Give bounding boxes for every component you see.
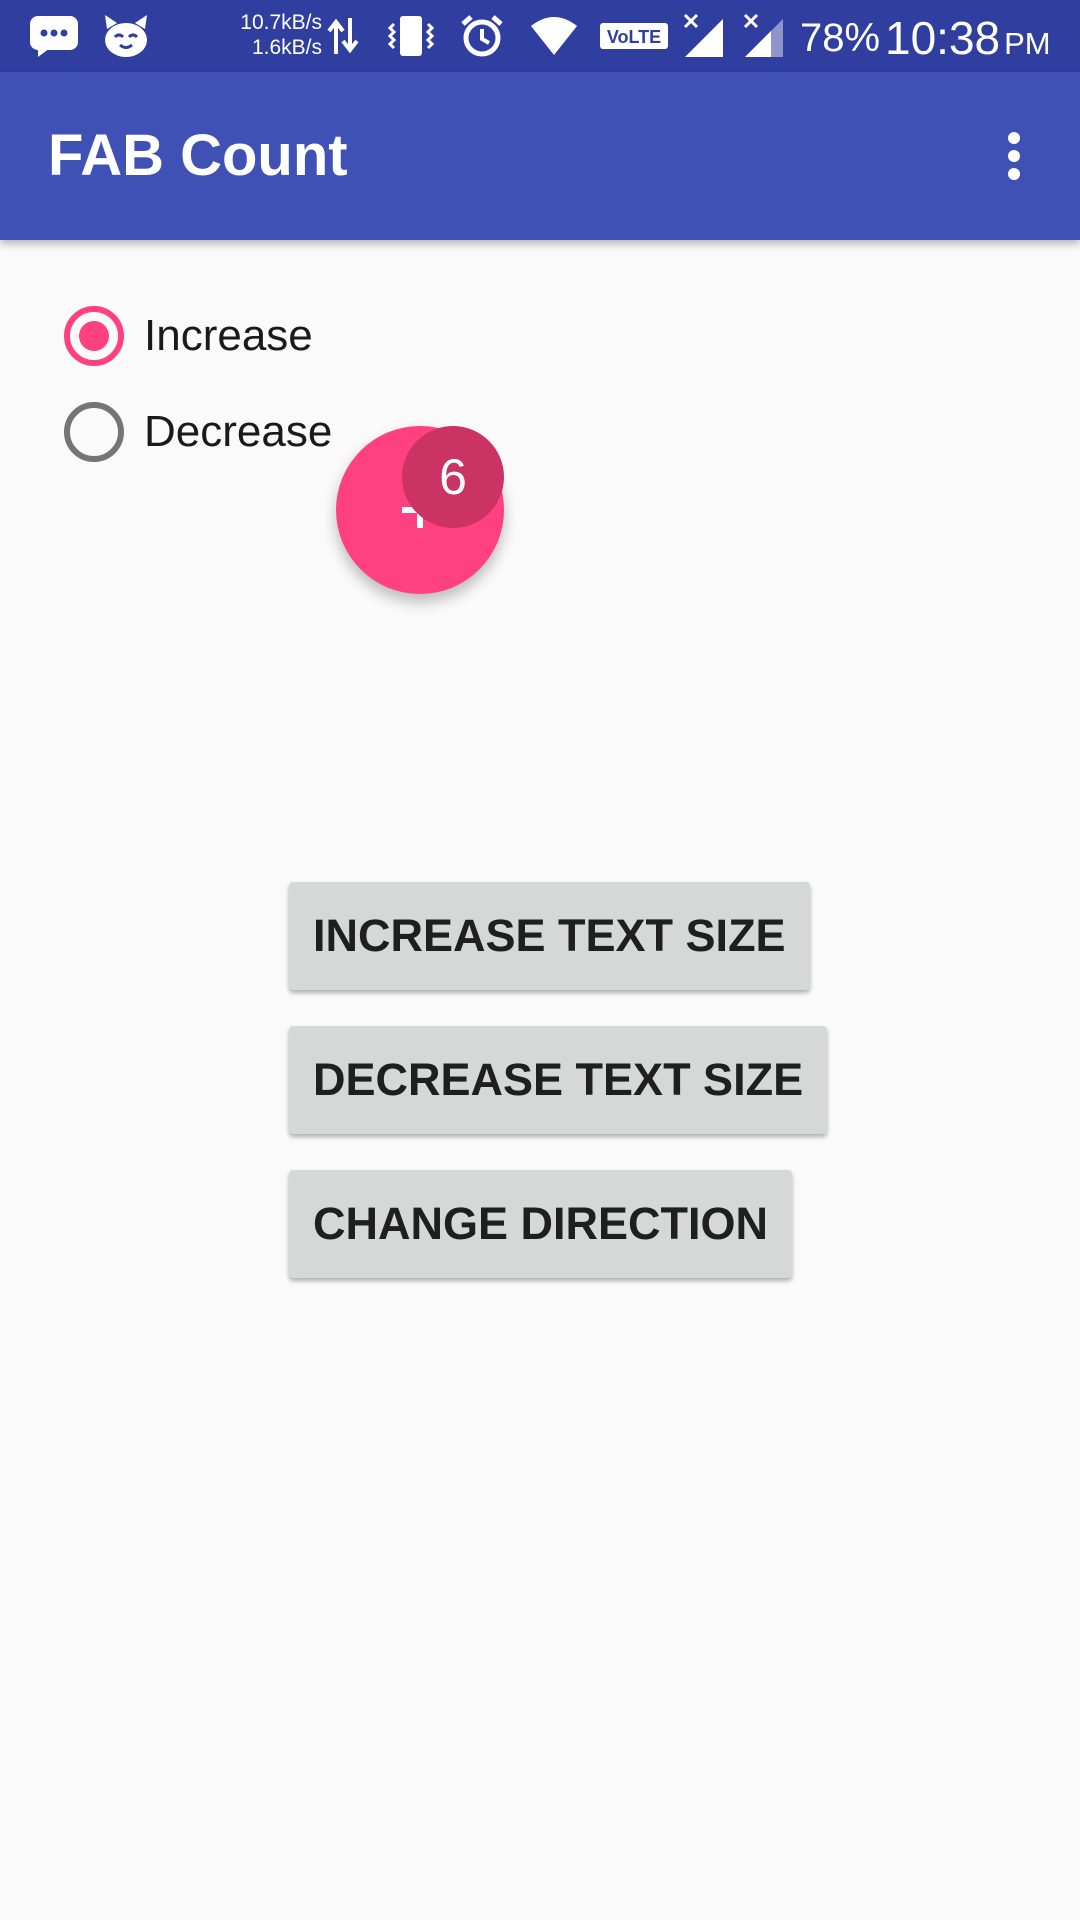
clock-ampm: PM bbox=[1004, 26, 1051, 61]
decrease-text-size-button[interactable]: DECREASE TEXT SIZE bbox=[289, 1026, 828, 1134]
more-vert-icon bbox=[1008, 132, 1020, 180]
more-options-button[interactable] bbox=[984, 120, 1044, 192]
change-direction-button[interactable]: CHANGE DIRECTION bbox=[289, 1170, 793, 1278]
vibrate-icon bbox=[382, 0, 440, 72]
signal-icon bbox=[682, 0, 726, 72]
app-bar: FAB Count bbox=[0, 72, 1080, 240]
clock-time: 10:38 bbox=[885, 12, 1001, 64]
radio-decrease[interactable]: Decrease bbox=[64, 399, 332, 465]
app-face-icon bbox=[100, 0, 152, 72]
radio-button-checked[interactable] bbox=[64, 306, 124, 366]
battery-percentage: 78% bbox=[800, 16, 881, 60]
status-bar: 10.7kB/s 1.6kB/s VoLTE 78% 10:38 PM bbox=[0, 0, 1080, 72]
radio-increase[interactable]: Increase bbox=[64, 303, 313, 369]
network-speed: 10.7kB/s 1.6kB/s bbox=[222, 10, 322, 60]
message-icon bbox=[26, 0, 82, 72]
increase-text-size-button[interactable]: INCREASE TEXT SIZE bbox=[289, 882, 810, 990]
signal-icon bbox=[742, 0, 786, 72]
wifi-icon bbox=[528, 0, 580, 72]
app-title: FAB Count bbox=[48, 123, 348, 188]
data-transfer-icon bbox=[326, 0, 360, 72]
volte-label: VoLTE bbox=[607, 27, 661, 47]
radio-dot bbox=[79, 321, 109, 351]
count-badge: 6 bbox=[402, 426, 504, 528]
radio-button-unchecked[interactable] bbox=[64, 402, 124, 462]
clock: 10:38 PM bbox=[885, 0, 1051, 72]
download-speed: 1.6kB/s bbox=[251, 36, 322, 59]
volte-icon: VoLTE bbox=[598, 0, 670, 72]
radio-label-decrease: Decrease bbox=[144, 407, 333, 456]
radio-label-increase: Increase bbox=[144, 311, 313, 360]
upload-speed: 10.7kB/s bbox=[240, 11, 322, 34]
alarm-icon bbox=[458, 0, 506, 72]
